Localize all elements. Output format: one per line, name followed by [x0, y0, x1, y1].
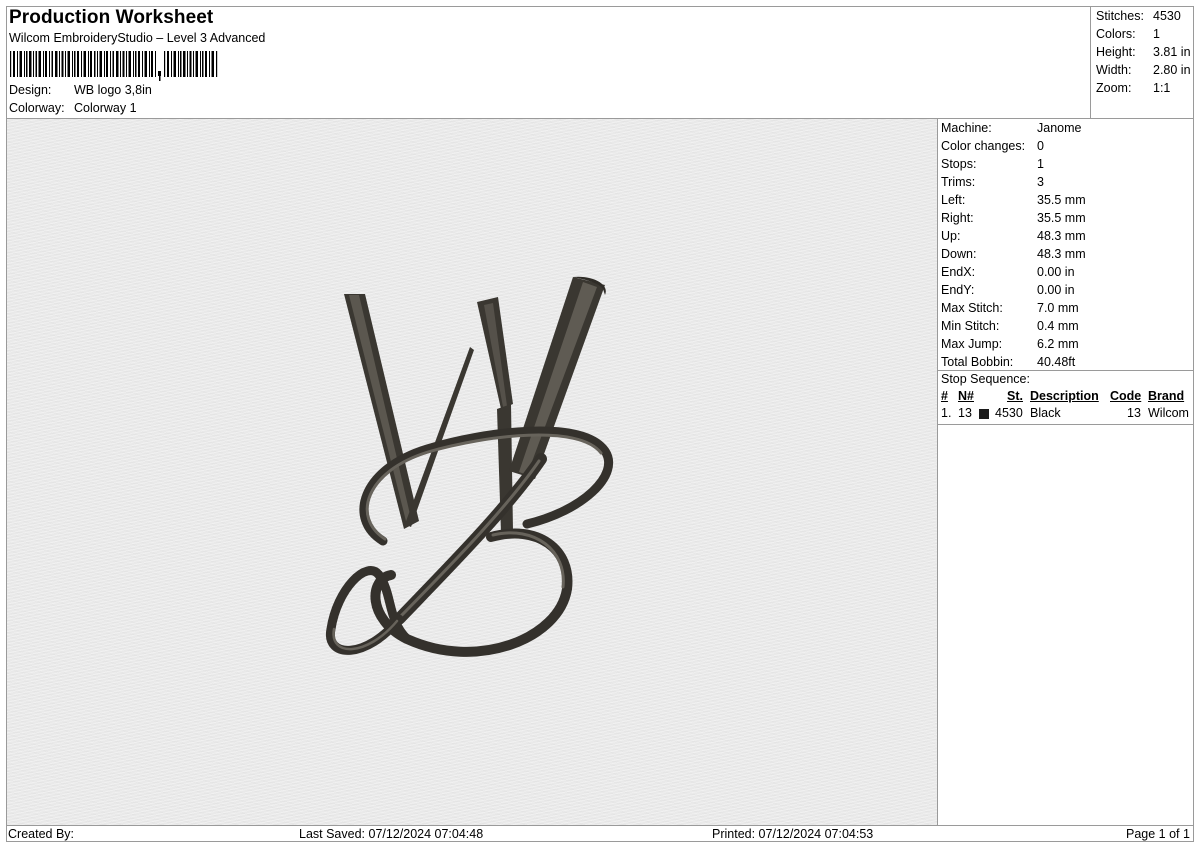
info-label: Max Jump:	[941, 337, 1003, 351]
cell-code: 13	[1127, 406, 1141, 420]
col-header-num: #	[941, 389, 948, 403]
barcode-image	[10, 51, 218, 81]
info-value: 3	[1037, 175, 1044, 189]
info-row: Right: 35.5 mm	[941, 209, 1193, 227]
stat-label: Height:	[1096, 45, 1136, 59]
col-header-description: Description	[1030, 389, 1099, 403]
info-label: Stops:	[941, 157, 977, 171]
stat-value: 2.80 in	[1153, 63, 1191, 77]
worksheet-header: Production Worksheet Wilcom EmbroiderySt…	[6, 6, 1089, 118]
info-value: 35.5 mm	[1037, 211, 1086, 225]
cell-st: 4530	[995, 406, 1023, 420]
stat-value: 1	[1153, 27, 1160, 41]
info-label: Left:	[941, 193, 966, 207]
info-label: Total Bobbin:	[941, 355, 1014, 369]
col-header-n: N#	[958, 389, 974, 403]
design-preview-canvas	[7, 119, 937, 825]
stat-label: Width:	[1096, 63, 1132, 77]
info-value: 1	[1037, 157, 1044, 171]
info-row: EndX: 0.00 in	[941, 263, 1193, 281]
info-row: Machine: Janome	[941, 119, 1193, 137]
stat-colors: Colors: 1	[1096, 25, 1194, 43]
design-row: Design: WB logo 3,8in	[9, 83, 152, 97]
info-value: 0.00 in	[1037, 265, 1075, 279]
software-subtitle: Wilcom EmbroideryStudio – Level 3 Advanc…	[9, 31, 266, 45]
page-number: Page 1 of 1	[1126, 827, 1190, 841]
info-label: Max Stitch:	[941, 301, 1003, 315]
production-worksheet: Production Worksheet Wilcom EmbroiderySt…	[0, 0, 1200, 848]
info-row: Trims: 3	[941, 173, 1193, 191]
letter-b	[325, 426, 614, 657]
info-label: Down:	[941, 247, 977, 261]
cell-description: Black	[1030, 406, 1061, 420]
wb-monogram-embroidery	[325, 276, 614, 657]
stat-label: Colors:	[1096, 27, 1136, 41]
letter-w	[344, 276, 606, 533]
stop-table-header: # N# St. Description Code Brand	[941, 389, 1193, 406]
info-value: Janome	[1037, 121, 1082, 135]
col-header-code: Code	[1110, 389, 1142, 403]
table-row: 1. 13 4530 Black 13 Wilcom	[941, 406, 1193, 423]
cell-num: 1.	[941, 406, 952, 420]
colorway-row: Colorway: Colorway 1	[9, 101, 137, 115]
stop-sequence-title: Stop Sequence:	[941, 372, 1030, 386]
info-value: 7.0 mm	[1037, 301, 1079, 315]
cell-n: 13	[958, 406, 972, 420]
info-row: Min Stitch: 0.4 mm	[941, 317, 1193, 335]
info-row: Down: 48.3 mm	[941, 245, 1193, 263]
info-value: 0.4 mm	[1037, 319, 1079, 333]
last-saved: Last Saved: 07/12/2024 07:04:48	[299, 827, 484, 841]
printed-date: Printed: 07/12/2024 07:04:53	[712, 827, 874, 841]
info-value: 6.2 mm	[1037, 337, 1079, 351]
machine-info-panel: Machine: Janome Color changes: 0 Stops: 1 T…	[941, 119, 1193, 371]
info-label: EndY:	[941, 283, 975, 297]
colorway-value: Colorway 1	[74, 101, 137, 115]
info-value: 0.00 in	[1037, 283, 1075, 297]
info-label: EndX:	[941, 265, 976, 279]
info-row: Total Bobbin: 40.48ft	[941, 353, 1193, 371]
info-label: Min Stitch:	[941, 319, 1000, 333]
col-header-brand: Brand	[1148, 389, 1185, 403]
info-divider	[937, 118, 938, 825]
stop-sequence-table: # N# St. Description Code Brand 1. 13 45…	[941, 389, 1193, 423]
stat-width: Width: 2.80 in	[1096, 61, 1194, 79]
col-header-st: St.	[1007, 389, 1023, 403]
colorway-label: Colorway:	[9, 101, 65, 115]
info-row: Left: 35.5 mm	[941, 191, 1193, 209]
info-row: Up: 48.3 mm	[941, 227, 1193, 245]
info-value: 48.3 mm	[1037, 229, 1086, 243]
worksheet-footer: Created By: Last Saved: 07/12/2024 07:04…	[6, 826, 1194, 842]
info-label: Up:	[941, 229, 961, 243]
info-row: Max Jump: 6.2 mm	[941, 335, 1193, 353]
page-title: Production Worksheet	[9, 7, 214, 28]
info-label: Machine:	[941, 121, 992, 135]
design-stats-box: Stitches: 4530 Colors: 1 Height: 3.81 in Wi…	[1090, 6, 1194, 118]
stat-stitches: Stitches: 4530	[1096, 7, 1194, 25]
stat-value: 4530	[1153, 9, 1181, 23]
info-value: 35.5 mm	[1037, 193, 1086, 207]
info-value: 40.48ft	[1037, 355, 1076, 369]
stat-label: Stitches:	[1096, 9, 1144, 23]
info-row: Stops: 1	[941, 155, 1193, 173]
stat-value: 1:1	[1153, 81, 1171, 95]
info-value: 48.3 mm	[1037, 247, 1086, 261]
created-by: Created By:	[8, 827, 75, 841]
stat-value: 3.81 in	[1153, 45, 1191, 59]
stat-height: Height: 3.81 in	[1096, 43, 1194, 61]
design-label: Design:	[9, 83, 52, 97]
info-row: Max Stitch: 7.0 mm	[941, 299, 1193, 317]
info-row: Color changes: 0	[941, 137, 1193, 155]
stat-zoom: Zoom: 1:1	[1096, 79, 1194, 97]
info-row: EndY: 0.00 in	[941, 281, 1193, 299]
design-value: WB logo 3,8in	[74, 83, 152, 97]
info-value: 0	[1037, 139, 1044, 153]
stat-label: Zoom:	[1096, 81, 1132, 95]
thread-color-swatch	[979, 409, 989, 419]
info-label: Color changes:	[941, 139, 1026, 153]
info-label: Trims:	[941, 175, 976, 189]
info-label: Right:	[941, 211, 974, 225]
stop-table-bottom-divider	[938, 424, 1194, 425]
cell-brand: Wilcom	[1148, 406, 1189, 420]
